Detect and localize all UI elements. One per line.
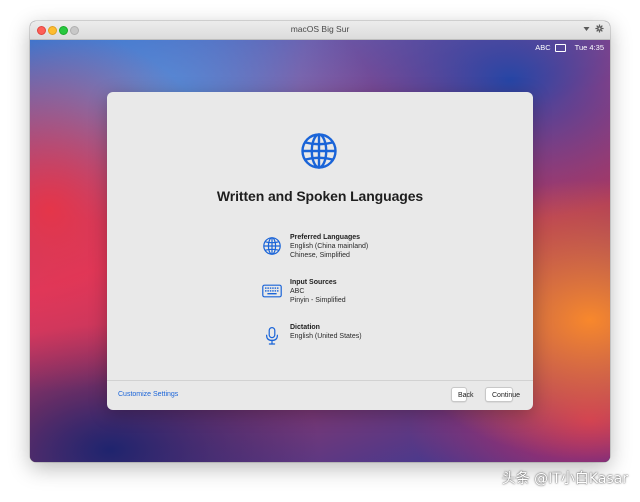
setup-assistant-panel: Written and Spoken Languages Preferred L… bbox=[107, 92, 533, 410]
globe-icon bbox=[301, 133, 337, 169]
item-heading: Preferred Languages bbox=[290, 234, 361, 241]
panel-footer: Customize Settings Back Continue bbox=[107, 381, 533, 410]
dropdown-arrow-icon[interactable] bbox=[583, 26, 590, 32]
item-value: English (China mainland) bbox=[290, 243, 369, 250]
title-bar[interactable]: macOS Big Sur bbox=[30, 21, 610, 40]
desktop-wallpaper: ABC Tue 4:35 Written and Spoken Language… bbox=[30, 40, 610, 462]
page-title: Written and Spoken Languages bbox=[216, 188, 424, 204]
back-button[interactable]: Back bbox=[451, 387, 474, 402]
customize-settings-link[interactable]: Customize Settings bbox=[118, 391, 178, 398]
vm-window: macOS Big Sur ABC Tue 4:35 Written and S… bbox=[30, 21, 610, 462]
microphone-icon bbox=[266, 327, 278, 345]
keyboard-flag-icon[interactable] bbox=[554, 43, 566, 52]
item-value: English (United States) bbox=[290, 333, 362, 340]
item-value: Chinese, Simplified bbox=[290, 252, 350, 259]
keyboard-icon bbox=[262, 284, 282, 298]
item-value: ABC bbox=[290, 288, 305, 295]
titlebar-tools bbox=[583, 24, 604, 33]
continue-button[interactable]: Continue bbox=[485, 387, 520, 402]
gear-icon[interactable] bbox=[595, 24, 604, 33]
menubar-clock[interactable]: Tue 4:35 bbox=[575, 43, 604, 52]
globe-icon bbox=[263, 237, 281, 255]
item-value: Pinyin - Simplified bbox=[290, 297, 346, 304]
watermark-text: 头条 @IT小白Kasar bbox=[501, 471, 628, 487]
item-heading: Dictation bbox=[290, 324, 320, 331]
input-source-label[interactable]: ABC bbox=[535, 43, 550, 52]
menubar-status: ABC Tue 4:35 bbox=[535, 43, 604, 52]
window-title: macOS Big Sur bbox=[290, 24, 350, 34]
item-heading: Input Sources bbox=[290, 279, 337, 286]
